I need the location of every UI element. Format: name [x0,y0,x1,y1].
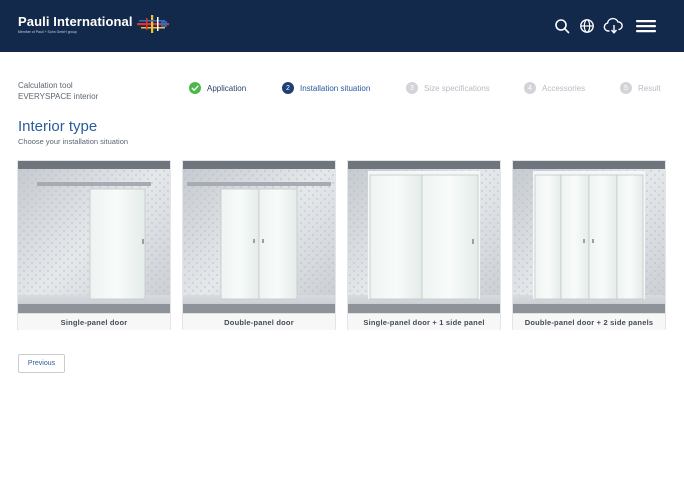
single-panel-door-image [18,161,170,313]
top-bar: Pauli International Member of Pauli + So… [0,0,684,52]
step-number: 2 [282,82,294,94]
page-title: Interior type [18,118,98,135]
search-icon[interactable] [553,17,571,35]
cloud-download-icon[interactable] [603,17,625,35]
step-label: Result [638,83,661,93]
step-application[interactable]: Application [189,82,246,94]
step-number: 3 [406,82,418,94]
double-panel-two-side-panels-image [513,161,665,313]
step-size-specifications[interactable]: 3 Size specifications [406,82,490,94]
brand-logo[interactable]: Pauli International Member of Pauli + So… [18,14,169,38]
double-panel-door-image [183,161,335,313]
step-label: Application [207,83,247,93]
brand-tagline: Member of Pauli + Sohn GmbH group [18,30,77,34]
previous-button[interactable]: Previous [18,354,65,373]
step-accessories[interactable]: 4 Accessories [524,82,585,94]
single-panel-side-panel-image [348,161,500,313]
globe-icon[interactable] [578,17,596,35]
calculation-info: Calculation tool EVERYSPACE interior [18,81,98,102]
step-label: Installation situation [300,83,371,93]
brand-flag-icon [136,15,169,33]
option-single-panel-door-side-panel[interactable]: Single-panel door + 1 side panel [347,160,501,330]
option-label: Double-panel door [183,313,335,330]
step-label: Size specifications [424,83,490,93]
step-installation-situation[interactable]: 2 Installation situation [282,82,370,94]
calculation-tool-label: Calculation tool [18,81,73,90]
option-label: Single-panel door + 1 side panel [348,313,500,330]
option-label: Single-panel door [18,313,170,330]
step-label: Accessories [542,83,586,93]
check-icon [189,82,201,94]
step-number: 4 [524,82,536,94]
step-result[interactable]: 5 Result [620,82,661,94]
step-number: 5 [620,82,632,94]
menu-icon[interactable] [634,17,658,35]
option-single-panel-door[interactable]: Single-panel door [17,160,171,330]
brand-name: Pauli International [18,14,133,29]
option-double-panel-door-two-side-panels[interactable]: Double-panel door + 2 side panels [512,160,666,330]
option-double-panel-door[interactable]: Double-panel door [182,160,336,330]
page-subtitle: Choose your installation situation [18,137,129,146]
product-name: EVERYSPACE interior [18,91,99,101]
option-label: Double-panel door + 2 side panels [513,313,665,330]
